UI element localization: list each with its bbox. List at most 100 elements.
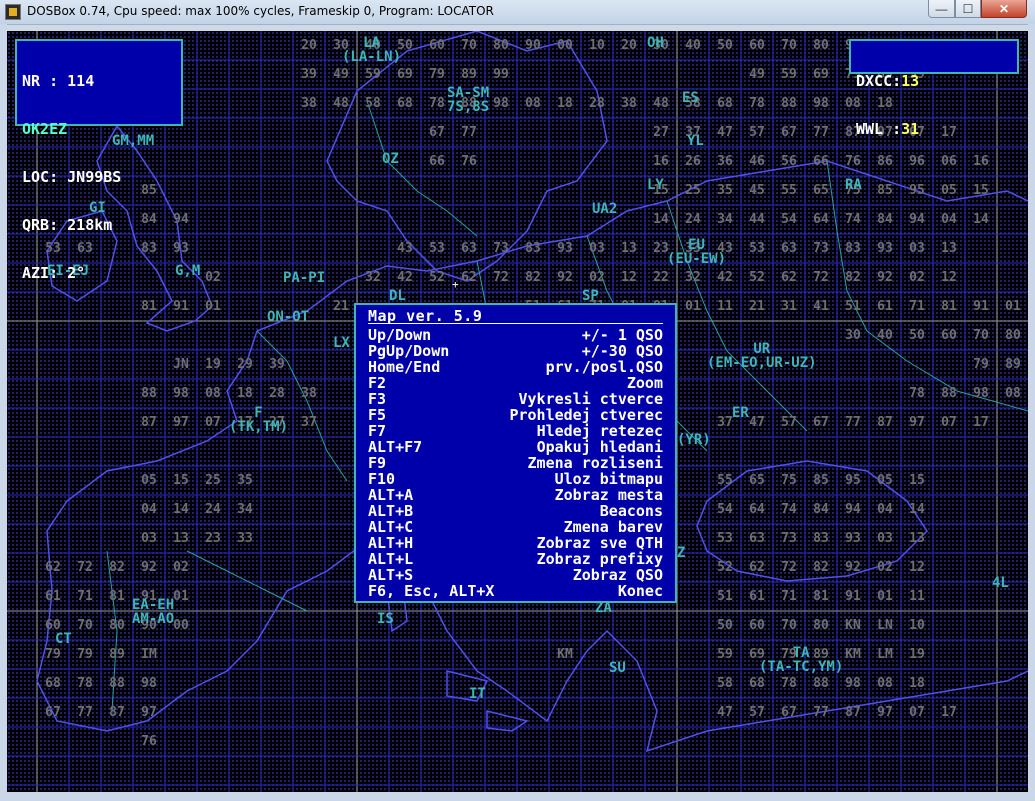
grid-square-label: 01 [877,589,893,604]
shortcut-row: ALT+A Zobraz mesta [368,487,663,503]
shortcut-row: Up/Down +/- 1 QSO [368,327,663,343]
grid-square-label: 90 [525,38,541,53]
grid-square-label: 52 [717,560,733,575]
shortcut-row: F5 Prohledej ctverec [368,407,663,423]
grid-square-label: 81 [813,589,829,604]
shortcut-action: Uloz bitmapu [554,470,663,488]
country-prefix-label: YL [687,133,704,149]
window-frame-left [0,24,7,801]
window-frame-bottom [0,792,1035,801]
country-prefix-label: Z [677,545,686,561]
grid-square-label: 76 [461,154,477,169]
grid-square-label: 98 [173,386,189,401]
grid-square-label: 61 [45,589,61,604]
grid-square-label: 64 [813,212,829,227]
grid-square-label: 45 [749,183,765,198]
grid-square-label: 66 [429,154,445,169]
grid-square-label: 15 [173,473,189,488]
grid-square-label: 04 [141,502,157,517]
shortcut-key: Home/End [368,358,441,376]
qso-info-panel: NR : 114 OK2EZ LOC: JN99BS QRB: 218km AZ… [15,39,183,281]
help-dialog[interactable]: Map ver. 5.9 Up/Down +/- 1 QSO PgUp/Down +/… [354,303,677,603]
grid-square-label: 58 [365,96,381,111]
grid-square-label: 79 [77,647,93,662]
country-prefix-label: CT [55,631,72,647]
shortcut-key: ALT+L [368,550,414,568]
grid-square-label: 25 [685,183,701,198]
grid-square-label: 88 [781,96,797,111]
window-title: DOSBox 0.74, Cpu speed: max 100% cycles,… [27,4,494,18]
qso-locator: LOC: JN99BS [22,168,122,186]
grid-square-label: 53 [717,531,733,546]
grid-square-label: 78 [749,96,765,111]
grid-square-label: 27 [653,125,669,140]
dialog-divider [368,323,663,324]
grid-square-label: 78 [909,386,925,401]
country-prefix-label: 4L [992,575,1009,591]
grid-square-label: JN [173,357,189,372]
country-prefix-label: UR (EM-EO,UR-UZ) [707,341,817,371]
grid-square-label: 50 [717,618,733,633]
grid-square-label: 72 [813,270,829,285]
grid-square-label: 33 [237,531,253,546]
grid-square-label: 95 [845,473,861,488]
country-prefix-label: EU (EU-EW) [667,237,727,267]
grid-square-label: 95 [909,183,925,198]
shortcut-key: F10 [368,470,396,488]
country-prefix-label: IS [377,611,394,627]
qso-distance: QRB: 218km [22,216,113,234]
country-prefix-label: (YR) [677,432,711,448]
grid-square-label: 97 [877,705,893,720]
window-titlebar: DOSBox 0.74, Cpu speed: max 100% cycles,… [0,0,1035,25]
grid-square-label: 08 [877,676,893,691]
grid-square-label: 77 [845,415,861,430]
shortcut-row: ALT+L Zobraz prefixy [368,551,663,567]
shortcut-key: F9 [368,454,387,472]
shortcut-key: ALT+A [368,486,414,504]
grid-square-label: 12 [909,560,925,575]
grid-square-label: 80 [813,618,829,633]
dos-screen[interactable]: 2030405060708090001020304050607080900010… [7,31,1028,792]
grid-square-label: 40 [877,328,893,343]
grid-square-label: 47 [717,705,733,720]
grid-square-label: KN [845,618,861,633]
grid-square-label: 56 [781,154,797,169]
grid-square-label: 53 [749,241,765,256]
grid-square-label: IM [141,647,157,662]
grid-square-label: 01 [205,299,221,314]
grid-square-label: 46 [749,154,765,169]
minimize-button[interactable]: — [928,0,955,18]
grid-square-label: 81 [109,589,125,604]
grid-square-label: 18 [909,676,925,691]
grid-square-label: 97 [909,415,925,430]
shortcut-key: PgUp/Down [368,342,450,360]
wwl-count: WWL :31 [856,121,1012,137]
grid-square-label: 68 [397,96,413,111]
shortcut-action: Zobraz mesta [554,486,663,504]
dosbox-icon [5,4,21,20]
grid-square-label: 94 [909,212,925,227]
maximize-button[interactable]: ☐ [955,0,981,18]
country-prefix-label: EA-EH AM-AO [132,597,175,627]
grid-square-label: 84 [877,212,893,227]
shortcut-action: Zobraz sve QTH [536,534,663,552]
grid-square-label: 12 [621,270,637,285]
grid-square-label: 07 [205,415,221,430]
close-button[interactable]: ✕ [981,0,1027,18]
grid-square-label: 88 [941,386,957,401]
shortcut-row: ALT+C Zmena barev [368,519,663,535]
grid-square-label: 73 [493,241,509,256]
grid-square-label: 85 [877,183,893,198]
grid-square-label: 36 [717,154,733,169]
grid-square-label: 75 [781,473,797,488]
grid-square-label: 39 [301,67,317,82]
grid-square-label: 71 [909,299,925,314]
grid-square-label: 80 [109,618,125,633]
grid-square-label: 69 [813,67,829,82]
grid-square-label: 74 [781,502,797,517]
shortcut-action: Vykresli ctverce [518,390,664,408]
grid-square-label: 72 [77,560,93,575]
grid-square-label: 19 [909,647,925,662]
grid-square-label: 01 [1005,299,1021,314]
country-prefix-label: ON-OT [267,309,310,325]
